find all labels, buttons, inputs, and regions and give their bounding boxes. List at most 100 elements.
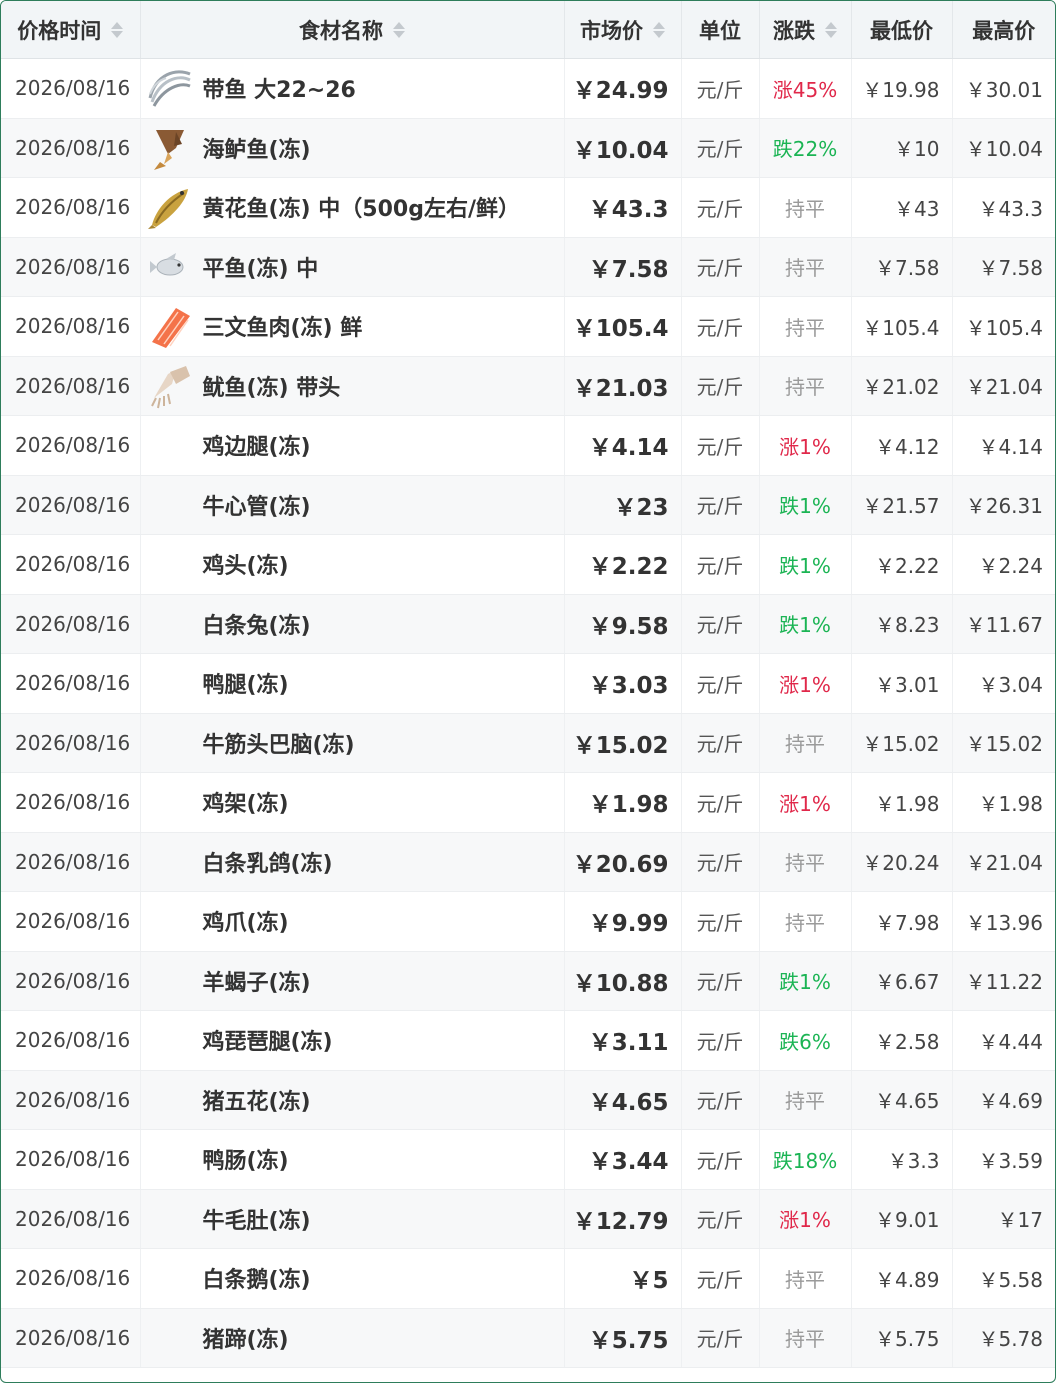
ingredient-name[interactable]: 鸭肠(冻) — [203, 1143, 289, 1175]
name-cell[interactable]: 鸡架(冻) — [140, 772, 565, 833]
name-cell[interactable]: 带鱼 大22~26 — [140, 58, 565, 119]
ingredient-name[interactable]: 黄花鱼(冻) 中（500g左右/鲜） — [203, 191, 520, 223]
change-text: 持平 — [785, 196, 825, 221]
market-price: ￥9.58 — [588, 613, 669, 640]
table-row[interactable]: 2026/08/16 鸡边腿(冻) ￥4.14 元/斤 涨1% ￥4.12 ￥4… — [1, 415, 1055, 476]
name-cell[interactable]: 牛筋头巴脑(冻) — [140, 713, 565, 773]
ingredient-name[interactable]: 鸡爪(冻) — [203, 905, 289, 937]
min-price-cell: ￥21.02 — [851, 356, 953, 416]
ingredient-name[interactable]: 牛心管(冻) — [203, 489, 311, 521]
name-cell[interactable]: 白条兔(冻) — [140, 594, 565, 654]
ingredient-name[interactable]: 牛筋头巴脑(冻) — [203, 727, 355, 759]
table-row[interactable]: 2026/08/16 牛筋头巴脑(冻) ￥15.02 元/斤 持平 ￥15.02… — [1, 713, 1055, 773]
name-cell[interactable]: 猪蹄(冻) — [140, 1308, 565, 1368]
market-price: ￥20.69 — [572, 851, 669, 878]
column-header-change[interactable]: 涨跌 — [759, 1, 852, 59]
table-row[interactable]: 2026/08/16 鸡架(冻) ￥1.98 元/斤 涨1% ￥1.98 ￥1.… — [1, 772, 1055, 833]
name-cell[interactable]: 鸭腿(冻) — [140, 653, 565, 714]
max-price-cell: ￥5.78 — [952, 1308, 1055, 1368]
table-row[interactable]: 2026/08/16 平鱼(冻) 中 ￥7.58 元/斤 持平 ￥7.58 ￥7… — [1, 237, 1055, 297]
column-header-name[interactable]: 食材名称 — [140, 1, 565, 59]
table-row[interactable]: 2026/08/16 海鲈鱼(冻) ￥10.04 元/斤 跌22% ￥10 ￥1… — [1, 118, 1055, 178]
thumbnail-placeholder — [145, 1313, 195, 1363]
name-cell[interactable]: 羊蝎子(冻) — [140, 951, 565, 1011]
table-row[interactable]: 2026/08/16 鸭肠(冻) ￥3.44 元/斤 跌18% ￥3.3 ￥3.… — [1, 1129, 1055, 1190]
name-cell[interactable]: 鸡头(冻) — [140, 534, 565, 595]
name-cell[interactable]: 牛心管(冻) — [140, 475, 565, 535]
ingredient-name[interactable]: 白条鹅(冻) — [203, 1262, 311, 1294]
unit-cell: 元/斤 — [681, 1010, 760, 1071]
column-header-price[interactable]: 市场价 — [564, 1, 682, 59]
table-row[interactable]: 2026/08/16 牛心管(冻) ￥23 元/斤 跌1% ￥21.57 ￥26… — [1, 475, 1055, 535]
change-text: 持平 — [785, 256, 825, 281]
sort-icon[interactable] — [393, 21, 405, 38]
table-row[interactable]: 2026/08/16 羊蝎子(冻) ￥10.88 元/斤 跌1% ￥6.67 ￥… — [1, 951, 1055, 1011]
ingredient-name[interactable]: 鱿鱼(冻) 带头 — [203, 370, 341, 402]
sort-icon[interactable] — [825, 21, 837, 38]
ingredient-name[interactable]: 羊蝎子(冻) — [203, 965, 311, 997]
name-cell[interactable]: 平鱼(冻) 中 — [140, 237, 565, 297]
table-row[interactable]: 2026/08/16 鸡头(冻) ￥2.22 元/斤 跌1% ￥2.22 ￥2.… — [1, 534, 1055, 595]
name-cell[interactable]: 鸡爪(冻) — [140, 891, 565, 952]
name-cell[interactable]: 牛毛肚(冻) — [140, 1189, 565, 1249]
table-row[interactable]: 2026/08/16 白条乳鸽(冻) ￥20.69 元/斤 持平 ￥20.24 … — [1, 832, 1055, 892]
table-row[interactable]: 2026/08/16 三文鱼肉(冻) 鲜 ￥105.4 元/斤 持平 ￥105.… — [1, 296, 1055, 357]
ingredient-name[interactable]: 平鱼(冻) 中 — [203, 251, 319, 283]
max-price: ￥17 — [997, 1208, 1043, 1233]
ingredient-name[interactable]: 三文鱼肉(冻) 鲜 — [203, 310, 363, 342]
ingredient-name[interactable]: 海鲈鱼(冻) — [203, 132, 311, 164]
sort-icon[interactable] — [653, 21, 665, 38]
ingredient-name[interactable]: 猪蹄(冻) — [203, 1322, 289, 1354]
table-row[interactable]: 2026/08/16 黄花鱼(冻) 中（500g左右/鲜） ￥43.3 元/斤 … — [1, 177, 1055, 238]
column-header-date[interactable]: 价格时间 — [1, 1, 141, 59]
date-text: 2026/08/16 — [15, 373, 131, 398]
unit-cell: 元/斤 — [681, 534, 760, 595]
name-cell[interactable]: 白条乳鸽(冻) — [140, 832, 565, 892]
table-row[interactable]: 2026/08/16 猪五花(冻) ￥4.65 元/斤 持平 ￥4.65 ￥4.… — [1, 1070, 1055, 1130]
ingredient-name[interactable]: 牛毛肚(冻) — [203, 1203, 311, 1235]
date-text: 2026/08/16 — [15, 849, 131, 874]
table-row[interactable]: 2026/08/16 鸡琵琶腿(冻) ￥3.11 元/斤 跌6% ￥2.58 ￥… — [1, 1010, 1055, 1071]
table-row[interactable]: 2026/08/16 鱿鱼(冻) 带头 ￥21.03 元/斤 持平 ￥21.02… — [1, 356, 1055, 416]
unit-cell: 元/斤 — [681, 118, 760, 178]
table-row[interactable]: 2026/08/16 带鱼 大22~26 ￥24.99 元/斤 涨45% ￥19… — [1, 58, 1055, 119]
price-cell: ￥23 — [564, 475, 682, 535]
ingredient-name[interactable]: 鸡琵琶腿(冻) — [203, 1024, 333, 1056]
squid-icon — [145, 361, 195, 411]
table-row[interactable]: 2026/08/16 白条兔(冻) ￥9.58 元/斤 跌1% ￥8.23 ￥1… — [1, 594, 1055, 654]
sort-icon[interactable] — [111, 21, 124, 38]
name-cell[interactable]: 鸡边腿(冻) — [140, 415, 565, 476]
ingredient-name[interactable]: 带鱼 大22~26 — [203, 72, 356, 104]
max-price-cell: ￥4.69 — [952, 1070, 1055, 1130]
date-cell: 2026/08/16 — [1, 1189, 141, 1249]
ingredient-name[interactable]: 鸭腿(冻) — [203, 667, 289, 699]
table-row[interactable]: 2026/08/16 鸡爪(冻) ￥9.99 元/斤 持平 ￥7.98 ￥13.… — [1, 891, 1055, 952]
name-cell[interactable]: 鱿鱼(冻) 带头 — [140, 356, 565, 416]
min-price-cell: ￥7.58 — [851, 237, 953, 297]
table-row[interactable]: 2026/08/16 白条鹅(冻) ￥5 元/斤 持平 ￥4.89 ￥5.58 — [1, 1248, 1055, 1309]
change-cell: 跌18% — [759, 1129, 852, 1190]
min-price-cell: ￥21.57 — [851, 475, 953, 535]
name-cell[interactable]: 白条鹅(冻) — [140, 1248, 565, 1309]
ingredient-name[interactable]: 猪五花(冻) — [203, 1084, 311, 1116]
table-row[interactable]: 2026/08/16 鸭腿(冻) ￥3.03 元/斤 涨1% ￥3.01 ￥3.… — [1, 653, 1055, 714]
ingredient-name[interactable]: 鸡头(冻) — [203, 548, 289, 580]
ingredient-name[interactable]: 鸡边腿(冻) — [203, 429, 311, 461]
change-cell: 持平 — [759, 832, 852, 892]
name-cell[interactable]: 海鲈鱼(冻) — [140, 118, 565, 178]
unit-text: 元/斤 — [696, 791, 744, 816]
thumbnail-placeholder — [145, 718, 195, 768]
name-cell[interactable]: 黄花鱼(冻) 中（500g左右/鲜） — [140, 177, 565, 238]
table-row[interactable]: 2026/08/16 猪蹄(冻) ￥5.75 元/斤 持平 ￥5.75 ￥5.7… — [1, 1308, 1055, 1368]
name-cell[interactable]: 猪五花(冻) — [140, 1070, 565, 1130]
ingredient-name[interactable]: 白条乳鸽(冻) — [203, 846, 333, 878]
name-cell[interactable]: 鸡琵琶腿(冻) — [140, 1010, 565, 1071]
min-price-cell: ￥20.24 — [851, 832, 953, 892]
name-cell[interactable]: 鸭肠(冻) — [140, 1129, 565, 1190]
ingredient-name[interactable]: 白条兔(冻) — [203, 608, 311, 640]
thumbnail-placeholder — [145, 599, 195, 649]
column-header-label: 市场价 — [580, 18, 643, 43]
name-cell[interactable]: 三文鱼肉(冻) 鲜 — [140, 296, 565, 357]
ingredient-name[interactable]: 鸡架(冻) — [203, 786, 289, 818]
table-row[interactable]: 2026/08/16 牛毛肚(冻) ￥12.79 元/斤 涨1% ￥9.01 ￥… — [1, 1189, 1055, 1249]
